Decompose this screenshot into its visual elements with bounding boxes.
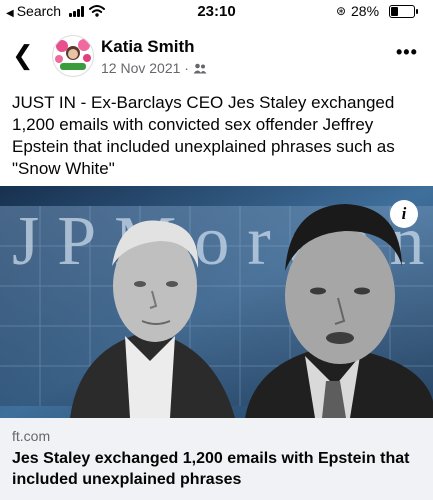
link-preview-image[interactable]: JPMorgan xyxy=(0,186,433,418)
back-chevron-icon[interactable]: ❮ xyxy=(12,42,34,68)
battery-icon xyxy=(389,5,415,18)
link-title[interactable]: Jes Staley exchanged 1,200 emails with E… xyxy=(12,448,424,490)
meta-separator: · xyxy=(184,60,189,76)
post-meta: 12 Nov 2021 · xyxy=(101,60,207,76)
status-bar: ◀ Search 23:10 ⊛ 28% xyxy=(0,0,433,22)
battery-percent: 28% xyxy=(351,3,380,19)
avatar[interactable] xyxy=(52,35,94,77)
battery-nub xyxy=(416,9,418,14)
link-preview-box[interactable]: ft.com Jes Staley exchanged 1,200 emails… xyxy=(0,418,433,500)
orientation-lock-icon: ⊛ xyxy=(336,4,347,18)
post-text: JUST IN - Ex-Barclays CEO Jes Staley exc… xyxy=(12,93,395,178)
post-header: ❮ Katia Smith 12 Nov 2021 · ••• xyxy=(0,30,433,82)
friends-icon xyxy=(193,63,207,74)
link-domain: ft.com xyxy=(12,428,51,444)
info-icon[interactable]: i xyxy=(390,200,418,228)
author-name[interactable]: Katia Smith xyxy=(101,37,195,57)
more-options-icon[interactable]: ••• xyxy=(396,42,418,63)
post-date[interactable]: 12 Nov 2021 xyxy=(101,60,180,76)
